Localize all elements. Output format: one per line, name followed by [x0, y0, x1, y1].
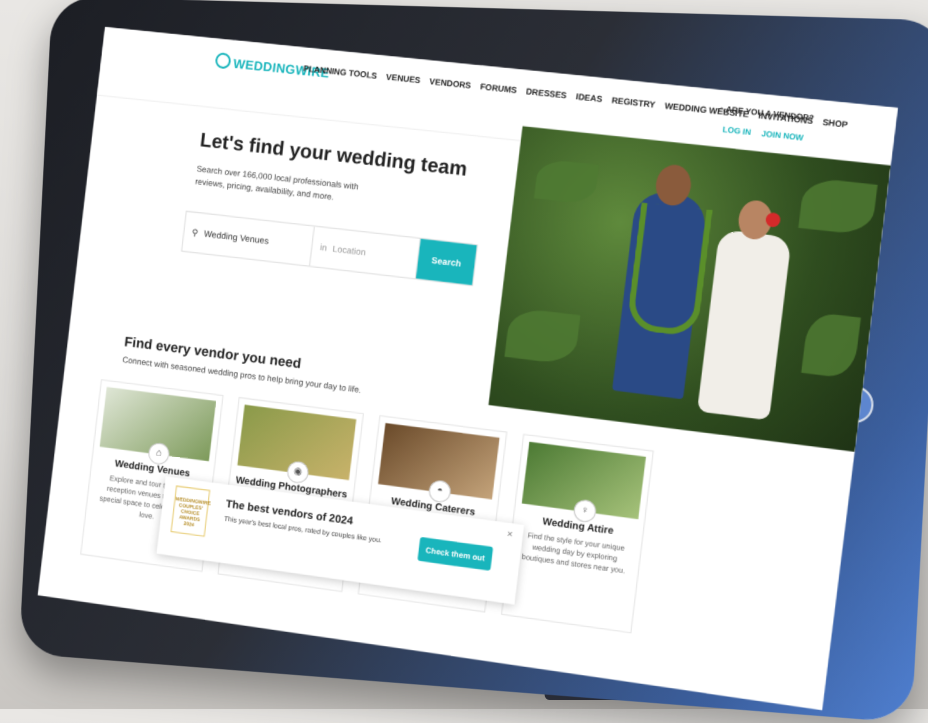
search-icon: ⚲	[191, 226, 199, 238]
nav-link-venues[interactable]: VENUES	[386, 72, 421, 85]
nav-link-ideas[interactable]: IDEAS	[575, 91, 602, 104]
tablet-device: WEDDINGWIRE PLANNING TOOLS VENUES VENDOR…	[19, 0, 928, 723]
browser-screen: WEDDINGWIRE PLANNING TOOLS VENUES VENDOR…	[37, 26, 898, 711]
nav-link-registry[interactable]: REGISTRY	[611, 95, 656, 110]
login-link[interactable]: LOG IN	[722, 125, 751, 137]
search-bar: ⚲ Wedding Venues in Location Search	[181, 210, 478, 287]
nav-links: PLANNING TOOLS VENUES VENDORS FORUMS DRE…	[303, 63, 856, 130]
dress-icon: ♀	[572, 498, 598, 524]
location-prefix: in	[319, 242, 328, 253]
nav-link-forums[interactable]: FORUMS	[480, 81, 518, 95]
hero-image	[488, 126, 891, 452]
awards-badge: WEDDINGWIRE COUPLES' CHOICE AWARDS 2024	[170, 485, 211, 537]
nav-link-shop[interactable]: SHOP	[822, 117, 848, 130]
location-placeholder: Location	[332, 243, 367, 258]
nav-link-vendors[interactable]: VENDORS	[429, 76, 472, 90]
close-icon[interactable]: ×	[506, 529, 513, 541]
hero-subtitle: Search over 166,000 local professionals …	[194, 163, 360, 202]
camera-icon: ◉	[285, 460, 310, 485]
attire-image: ♀	[521, 441, 646, 524]
search-button[interactable]: Search	[415, 238, 477, 286]
store-icon: ⌂	[718, 104, 725, 114]
photographers-image: ◉	[237, 404, 357, 485]
auth-links: LOG IN JOIN NOW	[722, 125, 812, 144]
join-link[interactable]: JOIN NOW	[761, 129, 804, 143]
search-value: Wedding Venues	[203, 228, 270, 247]
venue-icon: ⌂	[147, 441, 171, 466]
catering-icon: ◓	[427, 479, 452, 504]
logo-icon	[214, 52, 232, 70]
vendor-card-attire[interactable]: ♀ Wedding Attire Find the style for your…	[501, 433, 654, 634]
venues-image: ⌂	[99, 386, 217, 466]
vendor-search-input[interactable]: ⚲ Wedding Venues	[182, 211, 315, 266]
location-input[interactable]: in Location	[310, 226, 421, 279]
nav-link-dresses[interactable]: DRESSES	[525, 86, 567, 100]
check-them-out-button[interactable]: Check them out	[417, 536, 494, 571]
caterers-image: ◓	[378, 423, 500, 504]
bride-figure	[697, 229, 792, 421]
